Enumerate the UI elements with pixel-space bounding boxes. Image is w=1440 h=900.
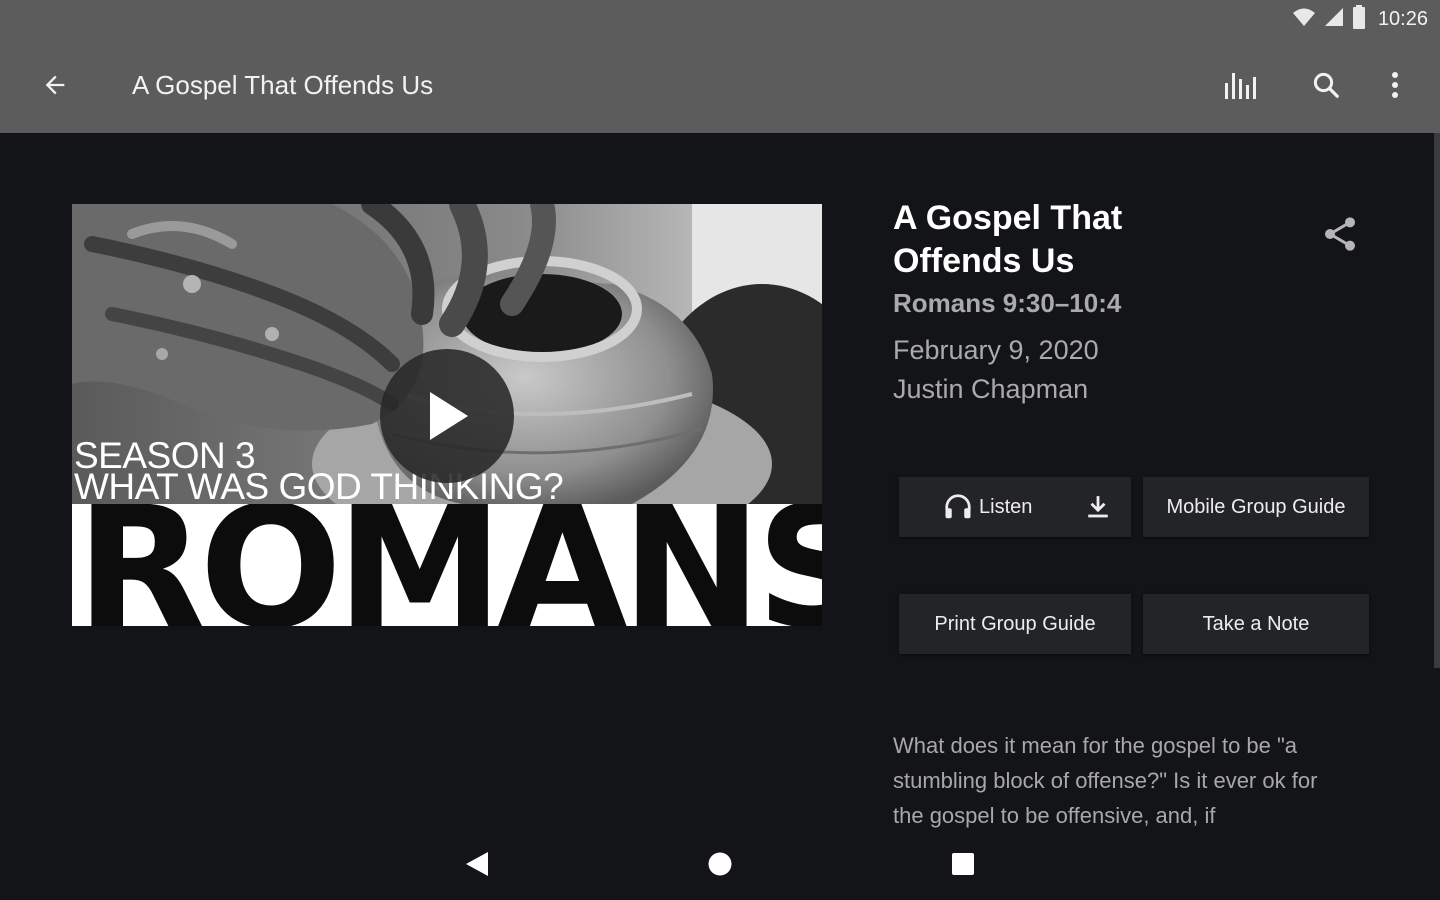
- nav-recents-icon: [952, 853, 974, 875]
- app-bar-title: A Gospel That Offends Us: [132, 70, 434, 100]
- scripture-reference: Romans 9:30–10:4: [893, 288, 1122, 318]
- equalizer-button[interactable]: [1217, 60, 1267, 110]
- share-icon: [1325, 217, 1355, 251]
- status-bar: 10:26: [0, 0, 1440, 38]
- series-title-band: ROMANS: [72, 504, 822, 626]
- headphones-icon: [945, 494, 971, 519]
- cell-signal-icon: [1324, 7, 1344, 32]
- nav-back-button[interactable]: [447, 840, 507, 888]
- share-button[interactable]: [1314, 208, 1366, 260]
- take-note-button[interactable]: Take a Note: [1143, 594, 1369, 654]
- series-subtitle: WHAT WAS GOD THINKING?: [74, 466, 564, 507]
- sermon-speaker: Justin Chapman: [893, 374, 1089, 404]
- sermon-artwork[interactable]: SEASON 3 WHAT WAS GOD THINKING? ROMANS: [72, 204, 822, 626]
- search-icon: [1313, 72, 1339, 98]
- search-button[interactable]: [1301, 60, 1351, 110]
- mobile-group-guide-button[interactable]: Mobile Group Guide: [1143, 477, 1369, 537]
- download-icon: [1088, 496, 1108, 518]
- app-bar: A Gospel That Offends Us: [0, 38, 1440, 133]
- system-nav-bar: [0, 828, 1440, 900]
- battery-icon: [1352, 4, 1366, 34]
- play-button[interactable]: [380, 349, 514, 483]
- wifi-icon: [1292, 7, 1316, 32]
- print-group-guide-button[interactable]: Print Group Guide: [899, 594, 1131, 654]
- listen-content: Listen: [943, 477, 1032, 537]
- status-time: 10:26: [1377, 7, 1428, 30]
- sermon-date: February 9, 2020: [893, 335, 1099, 365]
- status-icons: 10:26: [1292, 4, 1428, 34]
- sermon-title: A Gospel That Offends Us: [893, 199, 1123, 280]
- listen-button[interactable]: Listen: [899, 477, 1131, 537]
- nav-home-icon: [708, 852, 732, 876]
- nav-home-button[interactable]: [690, 840, 750, 888]
- series-title: ROMANS: [76, 504, 822, 626]
- listen-label: Listen: [979, 495, 1033, 518]
- more-options-button[interactable]: [1370, 60, 1420, 110]
- nav-recents-button[interactable]: [933, 840, 993, 888]
- equalizer-icon: [1225, 73, 1256, 99]
- back-button[interactable]: [30, 60, 80, 110]
- scrollbar[interactable]: [1434, 133, 1440, 668]
- nav-back-icon: [466, 852, 488, 876]
- arrow-back-icon: [45, 75, 65, 95]
- play-icon: [430, 392, 468, 440]
- more-vert-icon: [1392, 72, 1398, 98]
- sermon-description: What does it mean for the gospel to be "…: [893, 733, 1318, 828]
- download-button[interactable]: [1077, 487, 1119, 527]
